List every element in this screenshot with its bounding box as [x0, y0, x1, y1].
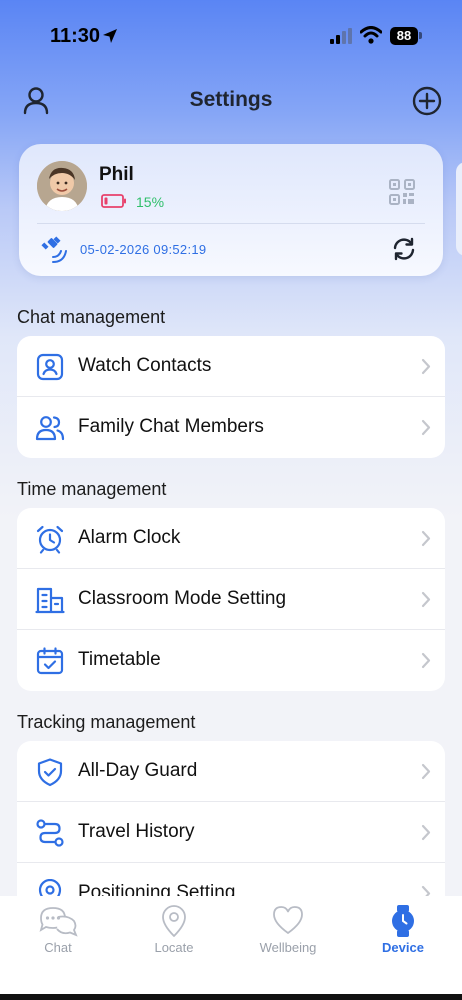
menu-item-label: Travel History: [78, 821, 195, 842]
qr-code-icon[interactable]: [389, 179, 415, 210]
chat-management-group: Watch Contacts Family Chat Members: [17, 336, 445, 458]
chevron-right-icon: [421, 530, 431, 552]
chat-bubbles-icon: [39, 904, 78, 937]
menu-item-classroom-mode-setting[interactable]: Classroom Mode Setting: [17, 569, 445, 630]
battery-percent: 15%: [136, 194, 165, 210]
menu-item-label: Timetable: [78, 649, 161, 670]
battery-indicator: 88: [390, 27, 418, 45]
chevron-right-icon: [421, 763, 431, 785]
tab-locate[interactable]: Locate: [134, 896, 214, 966]
menu-item-label: Family Chat Members: [78, 416, 264, 437]
group-icon: [35, 413, 65, 443]
menu-item-alarm-clock[interactable]: Alarm Clock: [17, 508, 445, 569]
building-icon: [35, 585, 65, 615]
chevron-right-icon: [421, 358, 431, 380]
chevron-right-icon: [421, 652, 431, 674]
avatar[interactable]: [37, 161, 87, 211]
menu-item-watch-contacts[interactable]: Watch Contacts: [17, 336, 445, 397]
contact-card-icon: [35, 352, 65, 382]
shield-check-icon: [35, 757, 65, 787]
chevron-right-icon: [421, 591, 431, 613]
next-device-card-peek[interactable]: [456, 162, 462, 256]
tab-chat[interactable]: Chat: [18, 896, 98, 966]
alarm-clock-icon: [35, 524, 65, 554]
satellite-icon: [40, 236, 68, 269]
watch-icon: [387, 904, 419, 937]
cellular-signal-icon: [330, 28, 352, 49]
tab-label: Chat: [44, 940, 72, 955]
section-title-chat-management: Chat management: [17, 307, 166, 327]
tab-label: Locate: [154, 940, 194, 955]
menu-item-label: Alarm Clock: [78, 527, 181, 548]
device-card[interactable]: Phil 15% 05-02-2026 09:52:19: [19, 144, 443, 276]
add-device-icon[interactable]: [411, 85, 443, 117]
refresh-icon[interactable]: [391, 236, 417, 267]
tab-label: Device: [382, 940, 424, 955]
tab-wellbeing[interactable]: Wellbeing: [248, 896, 328, 966]
tab-label: Wellbeing: [259, 940, 317, 955]
route-icon: [35, 818, 65, 848]
menu-item-label: Classroom Mode Setting: [78, 588, 287, 609]
calendar-icon: [35, 646, 65, 676]
status-bar: 11:30 88: [0, 0, 462, 72]
battery-low-icon: [101, 194, 127, 213]
menu-item-travel-history[interactable]: Travel History: [17, 802, 445, 863]
time-management-group: Alarm Clock Classroom Mode Setting Timet…: [17, 508, 445, 691]
bottom-edge: [0, 994, 462, 1000]
tab-bar: Chat Locate Wellbeing Device: [0, 896, 462, 1000]
menu-item-family-chat-members[interactable]: Family Chat Members: [17, 397, 445, 458]
last-update-time: 05-02-2026 09:52:19: [80, 242, 207, 257]
chevron-right-icon: [421, 419, 431, 441]
menu-item-all-day-guard[interactable]: All-Day Guard: [17, 741, 445, 802]
device-name: Phil: [99, 164, 134, 185]
heart-icon: [272, 904, 304, 936]
page-title: Settings: [189, 88, 273, 111]
map-pin-icon: [158, 904, 190, 937]
tab-device[interactable]: Device: [363, 896, 443, 966]
chevron-right-icon: [421, 824, 431, 846]
menu-item-timetable[interactable]: Timetable: [17, 630, 445, 691]
battery-tip: [419, 32, 422, 39]
menu-item-label: Watch Contacts: [78, 355, 212, 376]
card-divider: [37, 223, 425, 224]
location-arrow-icon: [102, 28, 118, 49]
section-title-time-management: Time management: [17, 479, 167, 499]
status-time: 11:30: [50, 25, 101, 47]
wifi-icon: [359, 26, 383, 49]
section-title-tracking-management: Tracking management: [17, 712, 196, 732]
menu-item-label: All-Day Guard: [78, 760, 198, 781]
